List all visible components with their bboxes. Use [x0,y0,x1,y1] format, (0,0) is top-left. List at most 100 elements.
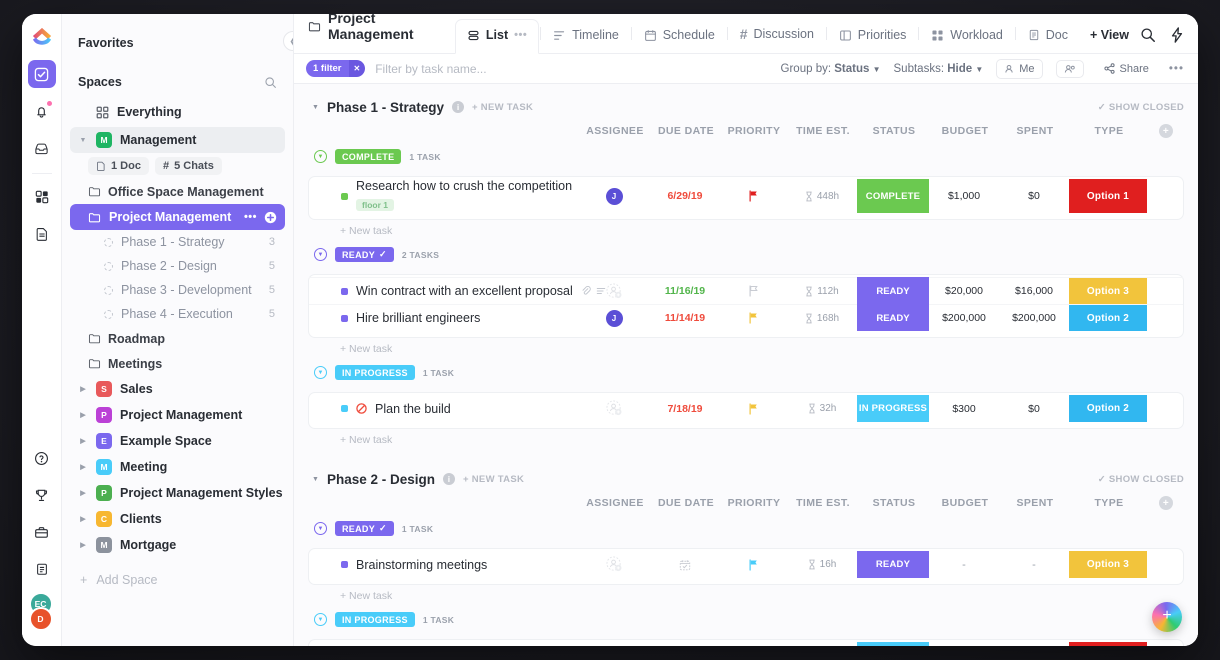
phase-new-task-button[interactable]: + NEW TASK [472,102,533,113]
caret-right-icon[interactable]: ▶ [78,489,88,497]
task-name-cell[interactable]: Research how to crush the competition fl… [309,179,577,213]
caret-right-icon[interactable]: ▶ [78,437,88,445]
caret-right-icon[interactable]: ▶ [78,541,88,549]
type-cell[interactable]: Option 3 [1069,278,1147,304]
type-cell[interactable]: Option 1 [1069,642,1147,646]
rail-item-clipboard[interactable] [28,555,56,583]
add-assignee-icon[interactable] [605,400,623,417]
status-group-ready[interactable]: ▼ READY ✓ 1 TASK [308,516,1184,541]
sidebar-space-example-space[interactable]: ▶ E Example Space [70,428,285,454]
status-cell[interactable]: READY [857,551,929,578]
tab-schedule[interactable]: Schedule [633,28,726,53]
budget-cell[interactable]: $1,000 [929,190,999,202]
status-cell[interactable]: COMPLETE [857,179,929,213]
share-button[interactable]: Share [1097,60,1156,78]
spent-cell[interactable]: $200,000 [999,312,1069,324]
sidebar-space-project-management-styles[interactable]: ▶ P Project Management Styles [70,480,285,506]
add-task-button[interactable]: + New task [308,429,1184,446]
phase-header[interactable]: ▼ Phase 1 - Strategy i + NEW TASK ✓ SHOW… [308,96,1184,118]
caret-right-icon[interactable]: ▶ [78,411,88,419]
sidebar-list-phase-3[interactable]: Phase 3 - Development 5 [70,278,285,302]
assignee-cell[interactable] [577,282,651,300]
status-group-in-progress[interactable]: ▼ IN PROGRESS 1 TASK [308,360,1184,385]
table-row[interactable]: Hire brilliant engineers J 11/14/19 168h… [309,304,1183,331]
table-row[interactable]: Plan the build 7/18/19 32h IN PROGRESS $… [309,395,1183,422]
rail-item-briefcase[interactable] [28,518,56,546]
status-cell[interactable]: IN PROGRESS [857,642,929,646]
space-chip-docs[interactable]: 1 Doc [88,157,149,175]
tab-doc[interactable]: Doc [1017,28,1079,53]
tab-list[interactable]: List ••• [454,19,540,54]
space-chip-chats[interactable]: # 5 Chats [154,157,222,175]
budget-cell[interactable]: $20,000 [929,285,999,297]
caret-right-icon[interactable]: ▶ [78,385,88,393]
me-filter-button[interactable]: Me [996,58,1043,79]
table-row[interactable]: Write a knowledge base J 8/18/19 [309,642,1183,646]
tab-discussion[interactable]: # Discussion [729,26,825,53]
assignees-filter-button[interactable] [1055,59,1084,78]
status-cell[interactable]: READY [857,286,929,297]
rail-item-docs[interactable] [28,220,56,248]
add-task-button[interactable]: + New task [308,585,1184,602]
status-cell[interactable]: IN PROGRESS [857,395,929,422]
show-closed-toggle[interactable]: ✓ SHOW CLOSED [1098,102,1184,113]
budget-cell[interactable]: $200,000 [929,312,999,324]
group-collapse-icon[interactable]: ▼ [314,613,327,626]
subtasks-control[interactable]: Subtasks: Hide ▼ [894,63,984,75]
type-cell[interactable]: Option 1 [1069,179,1147,213]
search-input[interactable]: Filter by task name... [375,62,486,76]
sidebar-favorites-header[interactable]: Favorites [62,32,293,54]
task-name-cell[interactable]: Win contract with an excellent proposal [309,284,606,298]
tab-priorities[interactable]: Priorities [828,28,918,53]
tab-more-icon[interactable]: ••• [514,29,527,41]
rail-item-trophy[interactable] [28,481,56,509]
assignee-cell[interactable] [577,556,651,573]
rail-item-inbox[interactable] [28,134,56,162]
sidebar-list-phase-4[interactable]: Phase 4 - Execution 5 [70,302,285,326]
priority-cell[interactable] [719,312,787,324]
sidebar-space-project-management[interactable]: ▶ P Project Management [70,402,285,428]
avatar[interactable]: J [605,309,623,327]
add-assignee-icon[interactable] [605,556,623,573]
info-icon[interactable]: i [452,101,464,113]
budget-cell[interactable]: $300 [929,403,999,415]
add-column-button[interactable]: + [1159,496,1173,510]
due-date-cell[interactable] [651,559,719,571]
group-collapse-icon[interactable]: ▼ [314,366,327,379]
calendar-icon[interactable] [679,559,691,571]
task-name-cell[interactable]: Hire brilliant engineers [309,311,577,325]
table-row[interactable]: Brainstorming meetings 16h READY - - Opt… [309,551,1183,578]
folder-more-icon[interactable]: ••• [244,211,257,223]
group-collapse-icon[interactable]: ▼ [314,150,327,163]
add-assignee-icon[interactable] [605,282,623,300]
time-est-cell[interactable]: 168h [787,313,857,324]
add-column-button[interactable]: + [1159,124,1173,138]
budget-cell[interactable]: - [929,559,999,571]
sidebar-list-phase-1[interactable]: Phase 1 - Strategy 3 [70,230,285,254]
tab-timeline[interactable]: Timeline [542,28,630,53]
task-name-cell[interactable]: Brainstorming meetings [309,558,577,572]
sidebar-folder-roadmap[interactable]: Roadmap [70,326,285,351]
status-group-complete[interactable]: ▼ COMPLETE 1 TASK [308,144,1184,169]
sidebar-space-management[interactable]: ▼ M Management [70,127,285,153]
tab-workload[interactable]: Workload [920,28,1014,53]
rail-item-help[interactable] [28,444,56,472]
add-task-button[interactable]: + New task [308,220,1184,237]
due-date-cell[interactable]: 11/14/19 [651,312,719,324]
sidebar-space-meeting[interactable]: ▶ M Meeting [70,454,285,480]
assignee-cell[interactable]: J [577,187,651,205]
sidebar-item-everything[interactable]: Everything [70,99,285,125]
filter-chip[interactable]: 1 filter ✕ [306,60,366,77]
create-new-button[interactable]: + [1152,602,1182,632]
assignee-cell[interactable]: J [577,309,651,327]
type-cell[interactable]: Option 3 [1069,551,1147,578]
due-date-cell[interactable]: 7/18/19 [651,403,719,415]
group-collapse-icon[interactable]: ▼ [314,248,327,261]
clickup-logo-icon[interactable] [29,24,55,50]
spent-cell[interactable]: $0 [999,403,1069,415]
user-avatars[interactable]: EC D [27,592,57,638]
rail-item-tasks[interactable] [27,60,56,88]
avatar-d[interactable]: D [28,607,53,631]
time-est-cell[interactable]: 112h [787,286,857,297]
group-collapse-icon[interactable]: ▼ [314,522,327,535]
